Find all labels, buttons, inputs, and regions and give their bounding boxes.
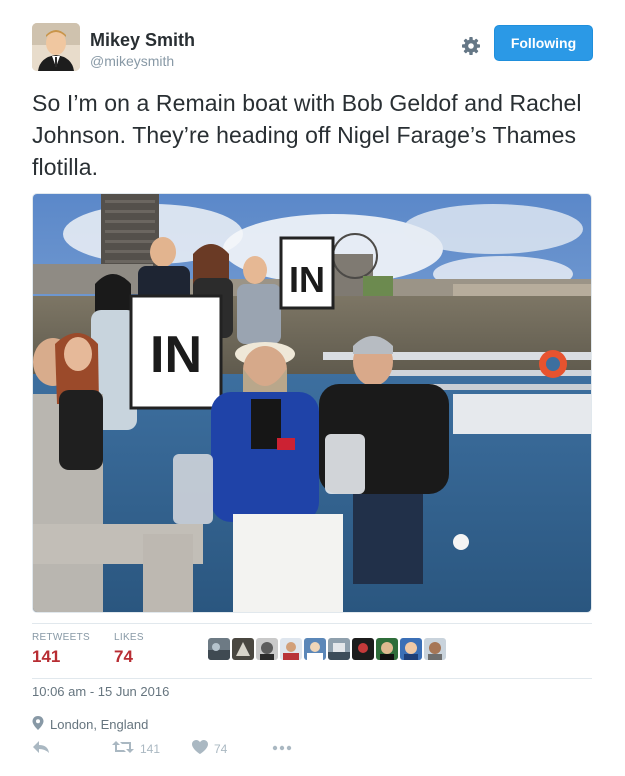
in-sign-right-text: IN [289,259,325,300]
liker-avatar[interactable] [328,638,350,660]
liker-avatar[interactable] [424,638,446,660]
tweet-stats: RETWEETS 141 LIKES 74 [32,623,592,679]
heart-icon [192,740,208,757]
tweet-card: Mikey Smith @mikeysmith Following So I’m… [0,0,625,776]
liker-avatar[interactable] [304,638,326,660]
location-label: London, England [50,717,149,732]
liker-avatar[interactable] [376,638,398,660]
likes-label: LIKES [114,632,144,643]
in-sign-left-text: IN [150,326,202,384]
photo-scene: IN IN [33,194,591,612]
retweets-count: 141 [32,647,61,666]
user-handle[interactable]: @mikeysmith [90,53,174,69]
like-button[interactable]: 74 [192,740,227,757]
tweet-photo[interactable]: IN IN [32,193,592,613]
liker-avatar[interactable] [280,638,302,660]
retweets-stat[interactable]: RETWEETS 141 [32,632,90,667]
retweet-icon [112,740,134,757]
liker-avatar[interactable] [352,638,374,660]
gear-icon[interactable] [458,33,484,59]
like-action-count: 74 [214,741,228,756]
tweet-location[interactable]: London, England [32,716,148,733]
liker-avatars [208,638,446,660]
location-pin-icon [32,716,44,733]
retweets-label: RETWEETS [32,632,90,643]
likes-stat[interactable]: LIKES 74 [114,632,144,667]
likes-count: 74 [114,647,133,666]
retweet-action-count: 141 [140,741,161,756]
reply-button[interactable] [32,740,50,757]
user-name[interactable]: Mikey Smith [90,30,195,51]
tweet-text: So I’m on a Remain boat with Bob Geldof … [32,90,582,180]
liker-avatar[interactable] [208,638,230,660]
tweet-timestamp[interactable]: 10:06 am - 15 Jun 2016 [32,684,169,699]
avatar[interactable] [32,23,80,71]
reply-icon [32,740,50,757]
more-icon [272,740,292,754]
following-button[interactable]: Following [494,25,593,61]
liker-avatar[interactable] [256,638,278,660]
retweet-button[interactable]: 141 [112,740,160,757]
more-button[interactable] [272,740,292,754]
liker-avatar[interactable] [400,638,422,660]
liker-avatar[interactable] [232,638,254,660]
